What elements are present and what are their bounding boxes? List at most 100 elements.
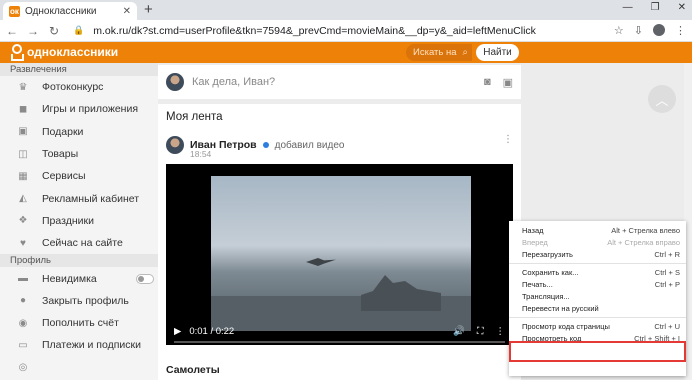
- close-window-icon[interactable]: ✕: [678, 2, 686, 13]
- hat-icon: ▬: [18, 273, 28, 285]
- sidebar-profile-item-1[interactable]: ● Закрыть профиль: [0, 290, 158, 312]
- menu-item-label: Печать...: [522, 279, 553, 289]
- ok-header: одноклассники Искать на ⌕ Найти: [0, 42, 692, 63]
- video-frame: [211, 176, 471, 331]
- sidebar-entertainment-item-4[interactable]: ▦ Сервисы: [0, 165, 158, 187]
- scroll-top-icon[interactable]: ︿: [648, 85, 676, 113]
- feed: Моя лента Иван Петров добавил видео 18:5…: [158, 104, 521, 380]
- sidebar-item-label: Пополнить счёт: [42, 317, 119, 330]
- forward-icon[interactable]: →: [27, 24, 39, 38]
- menu-kebab-icon[interactable]: ⋮: [675, 24, 686, 37]
- menu-item-shortcut: Alt + Стрелка влево: [611, 225, 680, 235]
- sidebar-item-label: Невидимка: [42, 272, 97, 285]
- post-box: Как дела, Иван? ◙ ▣: [158, 65, 521, 99]
- sidebar-entertainment-item-5[interactable]: ◭ Рекламный кабинет: [0, 187, 158, 209]
- context-menu-item-5[interactable]: Печать... Ctrl + P: [509, 278, 686, 290]
- sidebar-item-label: Рекламный кабинет: [42, 192, 140, 205]
- address-bar[interactable]: m.ok.ru/dk?st.cmd=userProfile&tkn=7594&_…: [93, 25, 605, 37]
- card-icon: ▭: [18, 339, 28, 351]
- sidebar-profile-item-4[interactable]: ◎: [0, 357, 158, 379]
- context-menu-item-6[interactable]: Трансляция...: [509, 290, 686, 302]
- bookmark-star-icon[interactable]: ☆: [614, 24, 624, 37]
- sidebar-profile-item-2[interactable]: ◉ Пополнить счёт: [0, 312, 158, 334]
- new-tab-button[interactable]: +: [144, 2, 153, 18]
- fullscreen-icon[interactable]: ⛶: [477, 326, 484, 337]
- sidebar-entertainment-item-7[interactable]: ♥ Сейчас на сайте: [0, 232, 158, 254]
- ok-favicon-icon: ок: [9, 5, 20, 17]
- reload-icon[interactable]: ↻: [48, 24, 60, 38]
- video-icon[interactable]: ▣: [503, 76, 513, 89]
- extensions-icon[interactable]: ⇩: [634, 24, 643, 37]
- invisible-toggle[interactable]: [136, 273, 154, 284]
- browser-tab[interactable]: ок Одноклассники ✕: [3, 2, 137, 20]
- sidebar-profile-item-3[interactable]: ▭ Платежи и подписки: [0, 334, 158, 356]
- sidebar-item-label: Праздники: [42, 214, 94, 227]
- menu-item-label: Вперед: [522, 237, 548, 247]
- bag-icon: ◫: [18, 148, 28, 160]
- menu-item-shortcut: Ctrl + P: [654, 279, 680, 289]
- lock-icon[interactable]: 🔒: [73, 25, 84, 36]
- search-icon: ⌕: [462, 47, 468, 58]
- sidebar-entertainment-item-2[interactable]: ▣ Подарки: [0, 121, 158, 143]
- tab-title: Одноклассники: [25, 5, 97, 17]
- settings-icon: ◎: [18, 362, 28, 374]
- play-icon[interactable]: ▶: [174, 326, 181, 337]
- video-time: 0:01 / 0:22: [189, 325, 235, 337]
- sidebar-entertainment-item-1[interactable]: ◼ Игры и приложения: [0, 98, 158, 120]
- sidebar-item-label: Игры и приложения: [42, 103, 139, 116]
- logo-text: одноклассники: [27, 45, 119, 59]
- sidebar-profile-item-0[interactable]: ▬ Невидимка: [0, 267, 158, 289]
- sidebar-item-label: Платежи и подписки: [42, 339, 141, 352]
- context-menu-item-2[interactable]: Перезагрузить Ctrl + R: [509, 249, 686, 261]
- ok-logo[interactable]: одноклассники: [10, 44, 118, 60]
- close-tab-icon[interactable]: ✕: [123, 6, 131, 17]
- feed-title: Моя лента: [166, 111, 223, 123]
- post-time: 18:54: [190, 149, 212, 159]
- megaphone-icon: ◭: [19, 193, 27, 205]
- context-menu-item-4[interactable]: Сохранить как... Ctrl + S: [509, 266, 686, 278]
- heart-icon: ♥: [20, 237, 26, 249]
- video-progress-bar[interactable]: [174, 341, 505, 343]
- grid-icon: ▦: [18, 170, 28, 182]
- status-input[interactable]: Как дела, Иван?: [192, 76, 476, 88]
- profile-avatar-icon[interactable]: [653, 24, 665, 36]
- video-player[interactable]: ▶ 0:01 / 0:22 🔊 ⛶ ⋮: [166, 164, 513, 345]
- sidebar-entertainment-item-3[interactable]: ◫ Товары: [0, 143, 158, 165]
- left-sidebar: Развлечения ♛ Фотоконкурс ◼ Игры и приложен…: [0, 63, 158, 380]
- sidebar-item-label: Закрыть профиль: [42, 294, 129, 307]
- camera-icon[interactable]: ◙: [484, 76, 491, 89]
- search-placeholder: Искать на: [413, 47, 457, 58]
- menu-item-shortcut: Alt + Стрелка вправо: [607, 237, 680, 247]
- user-avatar[interactable]: [166, 73, 184, 91]
- browser-toolbar: ← → ↻ 🔒 m.ok.ru/dk?st.cmd=userProfile&tk…: [0, 20, 692, 42]
- sidebar-item-label: Товары: [42, 148, 79, 161]
- context-menu-item-7[interactable]: Перевести на русский: [509, 303, 686, 315]
- volume-icon[interactable]: 🔊: [453, 326, 465, 337]
- minimize-icon[interactable]: —: [623, 2, 633, 13]
- maximize-icon[interactable]: ❐: [651, 2, 660, 13]
- video-controls: ▶ 0:01 / 0:22 🔊 ⛶ ⋮: [174, 321, 505, 341]
- sidebar-entertainment-item-0[interactable]: ♛ Фотоконкурс: [0, 76, 158, 98]
- menu-item-label: Сохранить как...: [522, 267, 579, 277]
- context-menu-item-0[interactable]: Назад Alt + Стрелка влево: [509, 224, 686, 236]
- video-caption[interactable]: Самолеты: [166, 364, 220, 376]
- menu-item-label: Трансляция...: [522, 292, 570, 302]
- sidebar-entertainment-item-6[interactable]: ❖ Праздники: [0, 210, 158, 232]
- plane-image: [306, 258, 336, 266]
- sidebar-item-label: Сейчас на сайте: [42, 237, 123, 250]
- find-button[interactable]: Найти: [476, 44, 519, 61]
- video-menu-icon[interactable]: ⋮: [496, 326, 506, 337]
- context-menu-item-9[interactable]: Просмотр кода страницы Ctrl + U: [509, 320, 686, 332]
- menu-item-label: Перевести на русский: [522, 304, 599, 314]
- menu-item-shortcut: Ctrl + U: [654, 321, 680, 331]
- author-avatar[interactable]: [166, 136, 184, 154]
- gamepad-icon: ◼: [18, 103, 28, 115]
- back-icon[interactable]: ←: [6, 24, 18, 38]
- sidebar-item-label: Подарки: [42, 125, 84, 138]
- menu-item-shortcut: Ctrl + S: [654, 267, 680, 277]
- menu-item-shortcut: Ctrl + R: [654, 250, 680, 260]
- trophy-icon: ♛: [18, 81, 28, 93]
- coin-icon: ◉: [18, 317, 28, 329]
- search-input[interactable]: Искать на ⌕: [406, 44, 472, 61]
- post-menu-icon[interactable]: ⋮: [503, 134, 513, 145]
